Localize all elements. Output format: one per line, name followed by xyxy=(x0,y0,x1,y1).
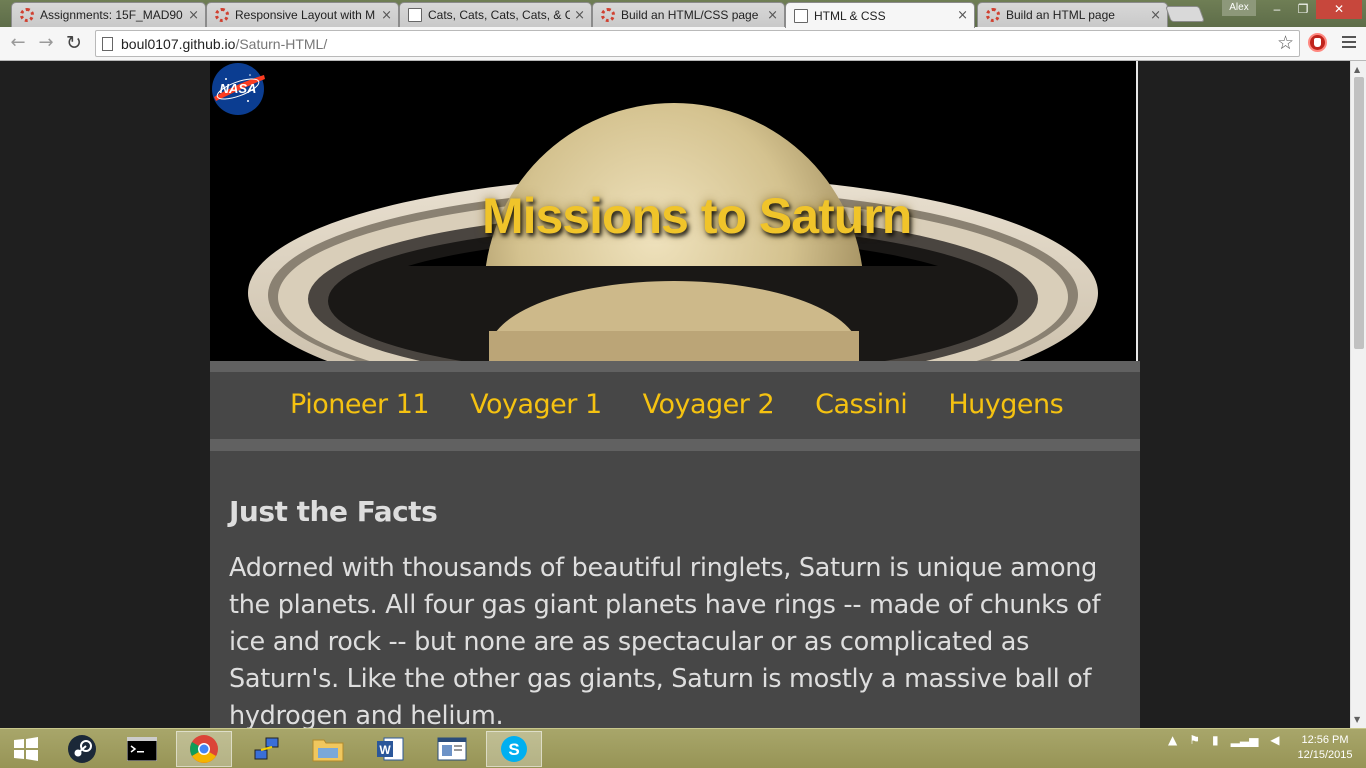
adblock-extension-icon[interactable] xyxy=(1308,33,1327,52)
windows-taskbar: W S ▲ ⚑ ▮ ▂▃▅ ◀ 12:56 PM 12/15/2015 xyxy=(0,728,1366,768)
section-heading: Just the Facts xyxy=(229,495,438,528)
page-scrollbar[interactable]: ▲ ▼ xyxy=(1350,61,1366,728)
page-viewport: NASA Missions to Saturn Pioneer 11 Voyag… xyxy=(0,61,1350,728)
tab-close-icon[interactable]: × xyxy=(1150,8,1161,23)
close-window-button[interactable]: ✕ xyxy=(1316,0,1362,19)
page-icon xyxy=(102,37,113,51)
tab-close-icon[interactable]: × xyxy=(381,8,392,23)
file-explorer-icon[interactable] xyxy=(300,731,356,767)
url-path: /Saturn-HTML/ xyxy=(235,36,328,52)
chrome-menu-icon[interactable] xyxy=(1342,36,1356,51)
browser-tab-strip: Assignments: 15F_MAD90 × Responsive Layo… xyxy=(0,0,1366,28)
nav-links: Pioneer 11 Voyager 1 Voyager 2 Cassini H… xyxy=(290,389,1064,420)
browser-tab[interactable]: Responsive Layout with M × xyxy=(206,2,399,27)
tab-title: Responsive Layout with M xyxy=(235,8,376,22)
tab-title: Build an HTML/CSS page xyxy=(621,8,759,22)
mission-nav: Pioneer 11 Voyager 1 Voyager 2 Cassini H… xyxy=(210,361,1140,451)
svg-text:S: S xyxy=(508,740,519,759)
address-bar[interactable]: boul0107.github.io/Saturn-HTML/ ☆ xyxy=(95,30,1300,57)
loading-ring-icon xyxy=(986,8,1000,22)
system-tray: ▲ ⚑ ▮ ▂▃▅ ◀ xyxy=(1168,733,1280,747)
forward-arrow-icon[interactable]: → xyxy=(34,31,58,55)
reader-icon[interactable] xyxy=(424,731,480,767)
profile-button[interactable]: Alex xyxy=(1222,0,1256,16)
page-icon xyxy=(794,8,808,23)
loading-ring-icon xyxy=(20,8,34,22)
clock-time: 12:56 PM xyxy=(1301,734,1349,746)
nasa-logo-icon: NASA xyxy=(212,63,265,115)
hero-title: Missions to Saturn xyxy=(482,188,912,244)
nav-link-huygens[interactable]: Huygens xyxy=(948,389,1063,420)
scrollbar-thumb[interactable] xyxy=(1354,77,1364,349)
tab-close-icon[interactable]: × xyxy=(188,8,199,23)
tab-close-icon[interactable]: × xyxy=(767,8,778,23)
nav-link-cassini[interactable]: Cassini xyxy=(815,389,908,420)
reload-icon[interactable]: ↻ xyxy=(62,31,86,55)
scroll-down-icon[interactable]: ▼ xyxy=(1354,715,1360,724)
nav-link-voyager-2[interactable]: Voyager 2 xyxy=(643,389,775,420)
scroll-up-icon[interactable]: ▲ xyxy=(1354,65,1360,74)
facts-section: Just the Facts Adorned with thousands of… xyxy=(210,451,1140,728)
volume-icon[interactable]: ◀ xyxy=(1270,733,1279,747)
browser-tab[interactable]: Build an HTML/CSS page × xyxy=(592,2,785,27)
battery-icon[interactable]: ▮ xyxy=(1212,733,1219,747)
hero-banner: NASA Missions to Saturn xyxy=(210,61,1138,361)
nav-link-pioneer-11[interactable]: Pioneer 11 xyxy=(290,389,430,420)
browser-tab-active[interactable]: HTML & CSS × xyxy=(785,2,975,28)
maximize-button[interactable]: ❐ xyxy=(1290,0,1316,19)
url-text[interactable]: boul0107.github.io/Saturn-HTML/ xyxy=(121,36,327,52)
nav-divider xyxy=(210,361,1140,372)
browser-tab[interactable]: Cats, Cats, Cats, Cats, & Ca × xyxy=(399,2,592,27)
tab-close-icon[interactable]: × xyxy=(957,8,968,23)
show-hidden-icons-icon[interactable]: ▲ xyxy=(1168,733,1177,747)
loading-ring-icon xyxy=(601,8,615,22)
nav-link-voyager-1[interactable]: Voyager 1 xyxy=(470,389,602,420)
network-tool-icon[interactable] xyxy=(238,731,294,767)
taskbar-clock[interactable]: 12:56 PM 12/15/2015 xyxy=(1290,733,1360,763)
skype-icon[interactable]: S xyxy=(486,731,542,767)
nasa-logo-text: NASA xyxy=(220,81,257,96)
tab-title: Assignments: 15F_MAD90 xyxy=(40,8,183,22)
loading-ring-icon xyxy=(215,8,229,22)
browser-tab[interactable]: Build an HTML page × xyxy=(977,2,1168,27)
chrome-icon[interactable] xyxy=(176,731,232,767)
browser-tab[interactable]: Assignments: 15F_MAD90 × xyxy=(11,2,206,27)
minimize-button[interactable]: – xyxy=(1264,0,1290,19)
tab-title: Build an HTML page xyxy=(1006,8,1115,22)
steam-icon[interactable] xyxy=(54,731,110,767)
section-body: Adorned with thousands of beautiful ring… xyxy=(229,553,1101,728)
svg-text:W: W xyxy=(379,743,391,757)
action-center-flag-icon[interactable]: ⚑ xyxy=(1189,733,1200,747)
back-arrow-icon[interactable]: ← xyxy=(6,31,30,55)
tab-title: Cats, Cats, Cats, Cats, & Ca xyxy=(428,8,571,22)
signal-strength-icon[interactable]: ▂▃▅ xyxy=(1231,733,1259,747)
word-icon[interactable]: W xyxy=(362,731,418,767)
page-icon xyxy=(408,8,422,22)
windows-start-icon[interactable] xyxy=(0,731,52,767)
nav-divider xyxy=(210,439,1140,451)
new-tab-button[interactable] xyxy=(1165,6,1205,22)
url-host: boul0107.github.io xyxy=(121,36,236,52)
tab-close-icon[interactable]: × xyxy=(574,8,585,23)
page-container: NASA Missions to Saturn Pioneer 11 Voyag… xyxy=(210,61,1140,728)
bookmark-star-icon[interactable]: ☆ xyxy=(1277,32,1294,54)
tab-title: HTML & CSS xyxy=(814,8,886,23)
browser-toolbar: ← → ↻ boul0107.github.io/Saturn-HTML/ ☆ xyxy=(0,27,1366,61)
clock-date: 12/15/2015 xyxy=(1297,749,1353,761)
command-prompt-icon[interactable] xyxy=(114,731,170,767)
